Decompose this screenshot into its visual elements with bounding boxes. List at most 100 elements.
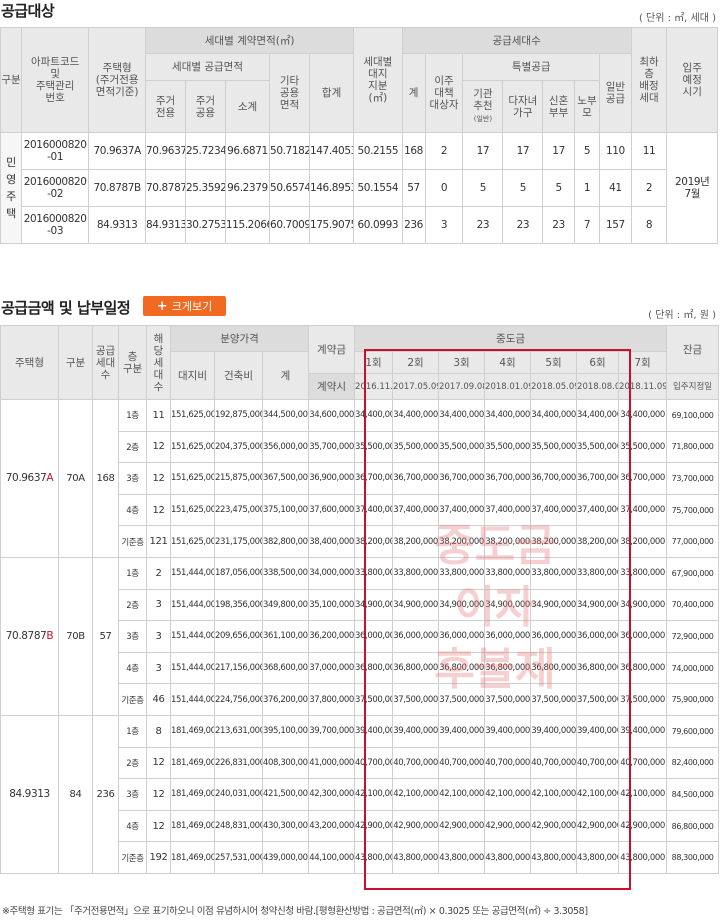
balance-cell: 73,700,000 — [666, 462, 720, 495]
deposit-cell: 35,700,000 — [308, 430, 356, 464]
balance-cell: 77,000,000 — [666, 525, 720, 558]
total-cell: 175.9075 — [308, 206, 355, 244]
floor-cell: 4층 — [118, 493, 147, 527]
th2-gubun: 구분 — [58, 325, 93, 400]
units-count-cell: 46 — [146, 683, 171, 716]
building-cost-cell: 204,375,000 — [214, 430, 263, 464]
th-multi-child: 다자녀 가구 — [502, 80, 544, 133]
th-total: 합계 — [308, 53, 355, 133]
land-cell: 60.0993 — [353, 206, 403, 244]
th-supply-area: 세대별 공급면적 — [145, 53, 271, 81]
middle-payment-5-cell: 39,400,000 — [530, 714, 578, 748]
middle-payment-4-cell: 36,000,000 — [484, 620, 532, 653]
th2-inst-3: 3회 — [438, 351, 486, 374]
land-cost-cell: 181,469,000 — [170, 778, 215, 811]
deposit-cell: 35,100,000 — [308, 588, 356, 622]
enlarge-button[interactable]: + 크게보기 — [143, 296, 226, 316]
sum-cell: 430,300,000 — [261, 809, 310, 843]
middle-payment-6-cell: 33,800,000 — [576, 556, 620, 590]
res-common-cell: 25.7234 — [184, 132, 226, 170]
house-type-main: 84.9313 — [9, 788, 50, 801]
middle-payment-6-cell: 34,900,000 — [576, 588, 620, 622]
th-units-total: 계 — [401, 53, 426, 133]
units-count-cell: 12 — [146, 462, 171, 495]
subtotal-cell: 115.2066 — [224, 206, 271, 244]
land-cell: 50.2155 — [353, 132, 403, 170]
middle-payment-2-cell: 42,900,000 — [392, 809, 440, 843]
th-institution-label: 기관 추천 — [473, 88, 493, 112]
deposit-cell: 36,900,000 — [308, 462, 356, 495]
middle-payment-1-cell: 34,400,000 — [354, 399, 394, 432]
house-type-cell: 84.9313 — [88, 206, 147, 244]
th2-deposit-when: 계약시 — [308, 373, 356, 400]
middle-payment-7-cell: 39,400,000 — [618, 714, 668, 748]
th2-date-4: 2018.01.09 — [484, 373, 532, 400]
land-cost-cell: 151,625,000 — [170, 462, 215, 495]
floor-cell: 3층 — [118, 620, 147, 653]
house-type-cell: 70.8787B — [88, 169, 147, 207]
th2-inst-5: 5회 — [530, 351, 578, 374]
category-cell: 민 영 주 택 — [0, 132, 23, 244]
th-institution-sub: (일반) — [473, 115, 493, 123]
deposit-cell: 41,000,000 — [308, 746, 356, 780]
land-cost-cell: 151,444,000 — [170, 588, 215, 622]
sum-cell: 421,500,000 — [261, 778, 310, 811]
building-cost-cell: 215,875,000 — [214, 462, 263, 495]
res-common-cell: 30.2753 — [184, 206, 226, 244]
footnote: ※주택형 표기는 「주거전용면적」으로 표기하오니 이점 유념하시어 청약신청 … — [2, 906, 588, 917]
deposit-cell: 37,800,000 — [308, 683, 356, 716]
sum-cell: 344,500,000 — [261, 399, 310, 432]
middle-payment-3-cell: 36,800,000 — [438, 651, 486, 685]
th-general: 일반 공급 — [599, 53, 632, 133]
th-apt-code: 아파트코드 및 주택관리 번호 — [21, 27, 90, 133]
middle-payment-5-cell: 36,000,000 — [530, 620, 578, 653]
building-cost-cell: 223,475,000 — [214, 493, 263, 527]
section2-unit: ( 단위 : ㎡, 원 ) — [648, 310, 716, 321]
middle-payment-3-cell: 38,200,000 — [438, 525, 486, 558]
th-house-type: 주택형 (주거전용 면적기준) — [88, 27, 147, 133]
elderly-cell: 7 — [573, 206, 601, 244]
subtotal-cell: 96.6871 — [224, 132, 271, 170]
middle-payment-7-cell: 40,700,000 — [618, 746, 668, 780]
middle-payment-7-cell: 33,800,000 — [618, 556, 668, 590]
balance-cell: 74,000,000 — [666, 651, 720, 685]
th-contract-area: 세대별 계약면적(㎡) — [145, 27, 355, 54]
sum-cell: 356,000,000 — [261, 430, 310, 464]
units-count-cell: 12 — [146, 430, 171, 464]
units-count-cell: 3 — [146, 588, 171, 622]
middle-payment-6-cell: 35,500,000 — [576, 430, 620, 464]
middle-payment-3-cell: 40,700,000 — [438, 746, 486, 780]
table-row: 70.8787B70B571층2151,444,000187,056,00033… — [0, 556, 720, 716]
middle-payment-4-cell: 39,400,000 — [484, 714, 532, 748]
land-cost-cell: 151,625,000 — [170, 399, 215, 432]
middle-payment-4-cell: 35,500,000 — [484, 430, 532, 464]
middle-payment-3-cell: 36,000,000 — [438, 620, 486, 653]
units-count-cell: 192 — [146, 841, 171, 874]
middle-payment-2-cell: 43,800,000 — [392, 841, 440, 874]
th2-date-5: 2018.05.09 — [530, 373, 578, 400]
newlywed-cell: 23 — [542, 206, 575, 244]
supply-target-table: 구분 아파트코드 및 주택관리 번호 주택형 (주거전용 면적기준) 세대별 계… — [0, 27, 718, 244]
relocation-cell: 3 — [424, 206, 464, 244]
middle-payment-4-cell: 42,900,000 — [484, 809, 532, 843]
middle-payment-1-cell: 42,100,000 — [354, 778, 394, 811]
middle-payment-2-cell: 40,700,000 — [392, 746, 440, 780]
th2-deposit: 계약금 — [308, 325, 356, 374]
price-schedule-table: 주택형 구분 공급 세대 수 층 구분 해 당 세 대 수 분양가격 계약금 중… — [0, 325, 720, 874]
lowest-cell: 2 — [630, 169, 668, 207]
floor-cell: 1층 — [118, 714, 147, 748]
th2-balance: 잔금 — [666, 325, 720, 374]
supply-units-cell: 236 — [92, 714, 119, 874]
house-type-main: 70.8787 — [5, 630, 47, 643]
supply-units-cell: 168 — [92, 399, 119, 558]
units-count-cell: 3 — [146, 651, 171, 685]
middle-payment-6-cell: 37,500,000 — [576, 683, 620, 716]
sum-cell: 375,100,000 — [261, 493, 310, 527]
building-cost-cell: 248,831,000 — [214, 809, 263, 843]
floor-cell: 4층 — [118, 809, 147, 843]
building-cost-cell: 213,631,000 — [214, 714, 263, 748]
floor-cell: 3층 — [118, 462, 147, 495]
middle-payment-6-cell: 42,900,000 — [576, 809, 620, 843]
middle-payment-1-cell: 37,400,000 — [354, 493, 394, 527]
middle-payment-6-cell: 39,400,000 — [576, 714, 620, 748]
